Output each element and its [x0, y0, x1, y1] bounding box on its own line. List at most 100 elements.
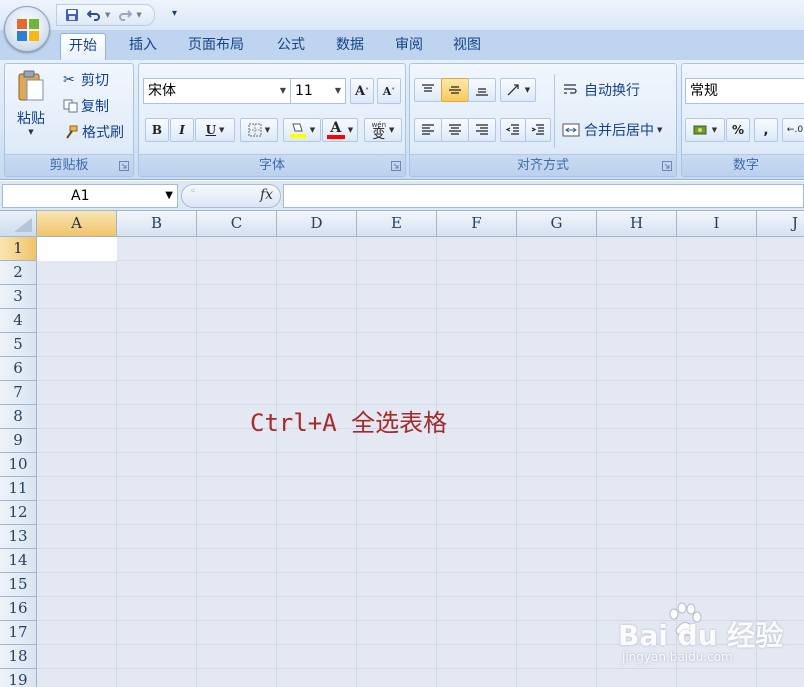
tab-insert[interactable]: 插入 — [121, 33, 165, 60]
merge-center-dropdown-icon[interactable]: ▼ — [657, 126, 662, 134]
insert-function-icon[interactable]: fx — [260, 187, 273, 203]
formula-bar: A1 ▼ ◦ fx — [0, 181, 804, 211]
row-header-18[interactable]: 18 — [0, 645, 37, 669]
merge-center-button[interactable]: 合并后居中 ▼ — [562, 120, 662, 140]
row-header-5[interactable]: 5 — [0, 333, 37, 357]
column-header-h[interactable]: H — [597, 211, 677, 237]
fill-color-dropdown-icon[interactable]: ▼ — [310, 126, 315, 134]
align-right-button[interactable] — [468, 118, 496, 142]
format-painter-button[interactable]: 格式刷 — [63, 122, 124, 142]
wrap-text-button[interactable]: 自动换行 — [562, 80, 640, 100]
accounting-format-button[interactable]: ▼ — [685, 118, 725, 142]
row-header-13[interactable]: 13 — [0, 525, 37, 549]
orientation-dropdown-icon[interactable]: ▼ — [525, 86, 530, 94]
row-header-10[interactable]: 10 — [0, 453, 37, 477]
undo-dropdown-icon[interactable]: ▼ — [105, 11, 110, 19]
column-header-g[interactable]: G — [517, 211, 597, 237]
column-header-i[interactable]: I — [677, 211, 757, 237]
underline-dropdown-icon[interactable]: ▼ — [219, 126, 224, 134]
tab-review[interactable]: 审阅 — [387, 33, 431, 60]
column-header-a[interactable]: A — [37, 211, 117, 237]
italic-button[interactable]: I — [170, 118, 194, 142]
ribbon-tabs: 开始 插入 页面布局 公式 数据 审阅 视图 — [0, 30, 804, 60]
orientation-button[interactable]: ▼ — [500, 78, 536, 102]
phonetic-button[interactable]: wén 变 ▼ — [364, 118, 402, 142]
cell-grid[interactable] — [37, 237, 804, 687]
active-cell-a1[interactable] — [37, 237, 117, 261]
copy-button[interactable]: 复制 — [63, 96, 109, 116]
increase-decimal-button[interactable]: ←.0 — [782, 118, 804, 142]
column-header-b[interactable]: B — [117, 211, 197, 237]
align-center-button[interactable] — [441, 118, 469, 142]
office-button[interactable] — [4, 6, 50, 52]
paste-dropdown-icon[interactable]: ▼ — [28, 128, 33, 136]
name-box-dropdown-icon[interactable]: ▼ — [165, 185, 173, 207]
font-size-combo[interactable]: 11 ▼ — [290, 78, 346, 104]
font-size-dropdown-icon[interactable]: ▼ — [335, 79, 341, 103]
fill-color-button[interactable]: ▼ — [283, 118, 321, 142]
grow-font-button[interactable]: A ˄ — [350, 78, 374, 104]
align-middle-button[interactable] — [441, 78, 469, 102]
row-header-16[interactable]: 16 — [0, 597, 37, 621]
tab-formulas[interactable]: 公式 — [269, 33, 313, 60]
cut-button[interactable]: ✂ 剪切 — [63, 70, 109, 90]
row-header-12[interactable]: 12 — [0, 501, 37, 525]
column-header-e[interactable]: E — [357, 211, 437, 237]
row-header-19[interactable]: 19 — [0, 669, 37, 687]
accounting-dropdown-icon[interactable]: ▼ — [712, 126, 717, 134]
row-header-8[interactable]: 8 — [0, 405, 37, 429]
name-box[interactable]: A1 ▼ — [2, 184, 178, 208]
percent-style-button[interactable]: % — [726, 118, 750, 142]
increase-indent-button[interactable] — [525, 118, 551, 142]
decrease-indent-button[interactable] — [500, 118, 526, 142]
resize-handle-icon[interactable]: ◦ — [190, 186, 196, 197]
row-header-3[interactable]: 3 — [0, 285, 37, 309]
column-header-d[interactable]: D — [277, 211, 357, 237]
underline-button[interactable]: U ▼ — [195, 118, 235, 142]
quick-access-toolbar: ▼ ▼ — [56, 4, 155, 26]
shrink-font-button[interactable]: A ˅ — [377, 78, 401, 104]
clipboard-launcher-icon[interactable] — [119, 161, 129, 171]
font-launcher-icon[interactable] — [391, 161, 401, 171]
column-header-f[interactable]: F — [437, 211, 517, 237]
select-all-button[interactable] — [0, 211, 37, 237]
row-header-9[interactable]: 9 — [0, 429, 37, 453]
tab-data[interactable]: 数据 — [328, 33, 372, 60]
row-header-7[interactable]: 7 — [0, 381, 37, 405]
tab-home[interactable]: 开始 — [60, 33, 106, 60]
number-format-combo[interactable]: 常规 — [685, 78, 804, 104]
row-header-4[interactable]: 4 — [0, 309, 37, 333]
row-header-15[interactable]: 15 — [0, 573, 37, 597]
row-header-6[interactable]: 6 — [0, 357, 37, 381]
undo-icon[interactable] — [83, 6, 105, 24]
row-header-2[interactable]: 2 — [0, 261, 37, 285]
align-bottom-button[interactable] — [468, 78, 496, 102]
column-header-j[interactable]: J — [757, 211, 804, 237]
align-top-button[interactable] — [414, 78, 442, 102]
align-left-button[interactable] — [414, 118, 442, 142]
row-header-14[interactable]: 14 — [0, 549, 37, 573]
phonetic-dropdown-icon[interactable]: ▼ — [389, 126, 394, 134]
row-header-11[interactable]: 11 — [0, 477, 37, 501]
borders-button[interactable]: ▼ — [240, 118, 278, 142]
tab-page-layout[interactable]: 页面布局 — [180, 33, 252, 60]
comma-style-button[interactable]: , — [754, 118, 778, 142]
font-name-combo[interactable]: 宋体 ▼ — [143, 78, 291, 104]
borders-dropdown-icon[interactable]: ▼ — [265, 126, 270, 134]
alignment-launcher-icon[interactable] — [662, 161, 672, 171]
row-header-1[interactable]: 1 — [0, 237, 37, 261]
row-header-17[interactable]: 17 — [0, 621, 37, 645]
paste-button[interactable]: 粘贴 ▼ — [11, 70, 51, 150]
font-name-dropdown-icon[interactable]: ▼ — [280, 79, 286, 103]
column-header-c[interactable]: C — [197, 211, 277, 237]
tab-view[interactable]: 视图 — [445, 33, 489, 60]
formula-input[interactable] — [283, 184, 804, 208]
bold-button[interactable]: B — [145, 118, 169, 142]
redo-dropdown-icon[interactable]: ▼ — [136, 11, 141, 19]
font-color-button[interactable]: A ▼ — [322, 118, 358, 142]
font-color-dropdown-icon[interactable]: ▼ — [348, 126, 353, 134]
merge-center-label: 合并后居中 — [584, 123, 654, 139]
save-icon[interactable] — [61, 6, 83, 24]
redo-icon[interactable] — [114, 6, 136, 24]
customize-qat-icon[interactable]: ▾ — [172, 8, 177, 19]
